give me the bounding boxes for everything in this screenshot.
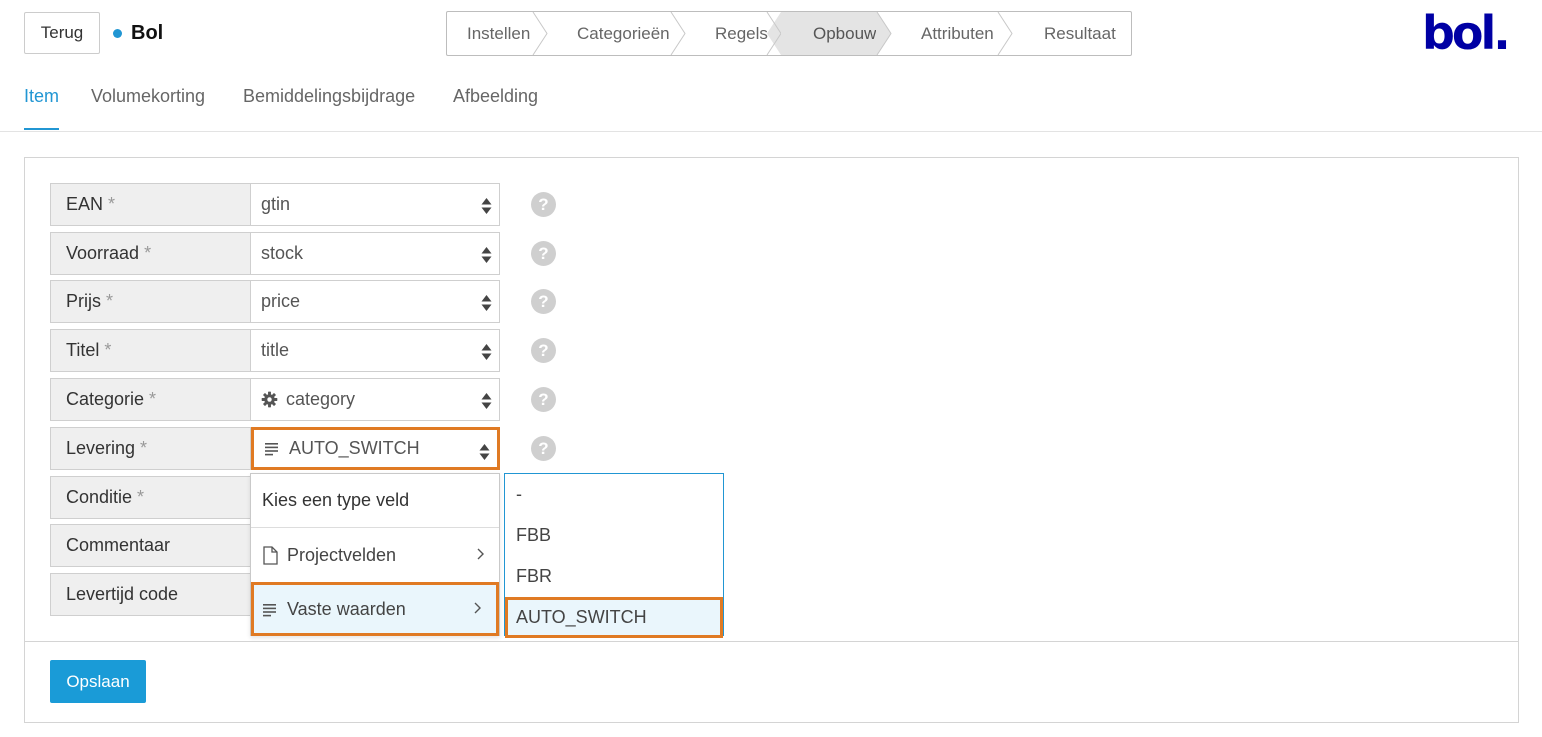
- panel-divider: [25, 641, 1518, 642]
- voorraad-select[interactable]: stock: [251, 232, 500, 275]
- back-button[interactable]: Terug: [24, 12, 100, 54]
- wizard-step-label: Opbouw: [813, 23, 877, 43]
- chevron-right-icon: [474, 602, 481, 614]
- channel-name: Bol: [131, 21, 164, 44]
- file-icon: [263, 545, 278, 565]
- option-none[interactable]: -: [505, 474, 723, 515]
- sort-arrows-icon: [481, 393, 492, 409]
- wizard-step-opbouw[interactable]: Opbouw: [781, 12, 892, 55]
- tab-volumekorting[interactable]: Volumekorting: [91, 86, 205, 130]
- wizard-step-instellen[interactable]: Instellen: [447, 12, 548, 55]
- form-row-levering: Levering * AUTO_SWITCH ?: [50, 427, 556, 470]
- sort-arrows-icon: [481, 247, 492, 263]
- tab-afbeelding[interactable]: Afbeelding: [453, 86, 538, 130]
- field-label: Levering *: [50, 427, 251, 470]
- form-row-titel: Titel * title ?: [50, 329, 556, 372]
- help-icon[interactable]: ?: [531, 241, 556, 266]
- lines-icon: [265, 443, 278, 456]
- form-row-commentaar: Commentaar: [50, 524, 251, 567]
- field-type-menu-heading: Kies een type veld: [251, 474, 499, 528]
- step-separator-icon: [876, 12, 892, 55]
- levering-select[interactable]: AUTO_SWITCH: [251, 427, 500, 470]
- chevron-right-icon: [477, 548, 484, 560]
- channel-indicator: Bol: [113, 20, 163, 46]
- field-label: EAN *: [50, 183, 251, 226]
- step-separator-icon: [532, 12, 548, 55]
- field-label: Voorraad *: [50, 232, 251, 275]
- lines-icon: [263, 603, 276, 616]
- wizard-step-label: Resultaat: [1044, 23, 1116, 43]
- wizard-step-resultaat[interactable]: Resultaat: [1012, 12, 1131, 55]
- wizard-step-label: Attributen: [921, 23, 994, 43]
- save-button[interactable]: Opslaan: [50, 660, 146, 703]
- help-icon[interactable]: ?: [531, 289, 556, 314]
- help-icon[interactable]: ?: [531, 387, 556, 412]
- wizard-step-label: Regels: [715, 23, 768, 43]
- tab-bar: Item Volumekorting Bemiddelingsbijdrage …: [0, 78, 1542, 132]
- field-label: Titel *: [50, 329, 251, 372]
- form-row-levertijd-code: Levertijd code: [50, 573, 251, 616]
- option-fbr[interactable]: FBR: [505, 556, 723, 597]
- titel-select[interactable]: title: [251, 329, 500, 372]
- sort-arrows-icon: [481, 344, 492, 360]
- gear-icon: [261, 391, 278, 408]
- field-type-menu: Kies een type veld Projectvelden Vaste w…: [250, 473, 500, 636]
- form-row-conditie: Conditie *: [50, 476, 251, 519]
- wizard-steps: Instellen Categorieën Regels Opbouw Attr…: [446, 11, 1132, 56]
- step-separator-icon: [670, 12, 686, 55]
- tab-bemiddelingsbijdrage[interactable]: Bemiddelingsbijdrage: [243, 86, 415, 130]
- form-row-ean: EAN * gtin ?: [50, 183, 556, 226]
- field-label: Commentaar: [50, 524, 251, 567]
- fixed-values-menu: - FBB FBR AUTO_SWITCH: [504, 473, 724, 638]
- option-fbb[interactable]: FBB: [505, 515, 723, 556]
- status-dot: [113, 28, 122, 38]
- step-separator-icon: [997, 12, 1013, 55]
- sort-arrows-icon: [481, 198, 492, 214]
- field-label: Categorie *: [50, 378, 251, 421]
- help-icon[interactable]: ?: [531, 192, 556, 217]
- wizard-step-categorieen[interactable]: Categorieën: [547, 12, 686, 55]
- form-row-prijs: Prijs * price ?: [50, 280, 556, 323]
- wizard-step-label: Instellen: [467, 23, 531, 43]
- categorie-select[interactable]: category: [251, 378, 500, 421]
- field-label: Conditie *: [50, 476, 251, 519]
- logo-text: bol.: [1422, 12, 1508, 54]
- help-icon[interactable]: ?: [531, 338, 556, 363]
- bol-logo: bol.: [1422, 12, 1511, 54]
- mapping-panel: EAN * gtin ? Voorraad * stock ? Prijs * pri…: [24, 157, 1519, 723]
- help-icon[interactable]: ?: [531, 436, 556, 461]
- menu-item-projectvelden[interactable]: Projectvelden: [251, 528, 499, 582]
- form-row-categorie: Categorie * category ?: [50, 378, 556, 421]
- option-auto-switch[interactable]: AUTO_SWITCH: [505, 597, 723, 638]
- form-row-voorraad: Voorraad * stock ?: [50, 232, 556, 275]
- sort-arrows-icon: [481, 295, 492, 311]
- field-label: Levertijd code: [50, 573, 251, 616]
- ean-select[interactable]: gtin: [251, 183, 500, 226]
- wizard-step-label: Categorieën: [577, 23, 670, 43]
- sort-arrows-icon: [479, 444, 490, 460]
- step-separator-icon: [766, 12, 782, 55]
- wizard-step-regels[interactable]: Regels: [685, 12, 782, 55]
- menu-item-vaste-waarden[interactable]: Vaste waarden: [251, 582, 499, 636]
- field-label: Prijs *: [50, 280, 251, 323]
- prijs-select[interactable]: price: [251, 280, 500, 323]
- tab-item[interactable]: Item: [24, 86, 60, 130]
- wizard-step-attributen[interactable]: Attributen: [891, 12, 1013, 55]
